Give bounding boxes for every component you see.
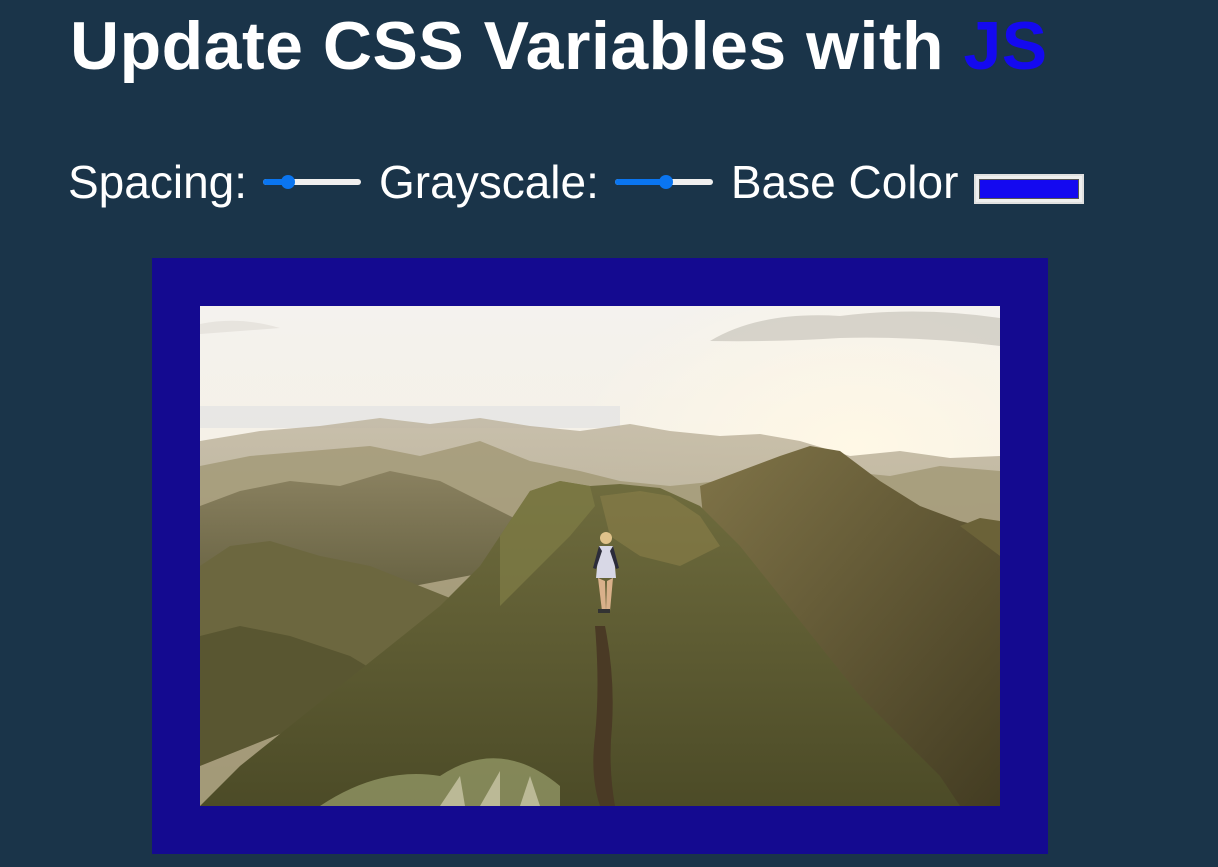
grayscale-label: Grayscale:	[379, 156, 599, 208]
spacing-label: Spacing:	[68, 156, 248, 208]
spacing-slider[interactable]	[263, 170, 362, 194]
base-color-picker[interactable]	[974, 174, 1085, 204]
page-title-highlight: JS	[963, 8, 1048, 84]
spacing-slider-thumb[interactable]	[280, 175, 295, 189]
base-color-label: Base Color	[730, 156, 959, 208]
controls-bar: Spacing: Grayscale: Base Color	[68, 152, 1085, 212]
base-color-swatch	[979, 179, 1080, 199]
image-frame	[152, 258, 1048, 854]
page-title: Update CSS Variables with JS	[70, 6, 1048, 86]
hiker-mountain-photo	[200, 306, 1000, 806]
page-title-text: Update CSS Variables with	[70, 8, 964, 84]
grayscale-slider-thumb[interactable]	[658, 175, 673, 189]
page: Update CSS Variables with JS Spacing: Gr…	[0, 0, 1218, 867]
grayscale-slider[interactable]	[614, 170, 713, 194]
